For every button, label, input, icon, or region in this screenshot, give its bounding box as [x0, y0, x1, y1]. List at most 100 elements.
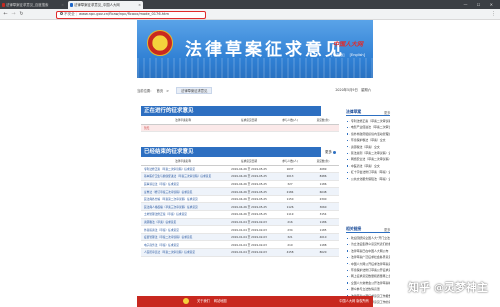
cell-date: 2019-04-26 至 2019-05-25: [225, 165, 273, 174]
cell-opinions: [307, 124, 339, 133]
emblem-star-icon: ★: [156, 35, 166, 45]
tab-label: 法律草案征求意见_中国人大网: [74, 3, 120, 7]
table-header-row: 法律草案名称 征求意见日期 参与人数(人) 意见数(条): [141, 158, 339, 166]
closed-table: 法律草案名称 征求意见日期 参与人数(人) 意见数(条) 专利法修正案（草案二次…: [141, 158, 339, 257]
cell-opinions: 4089: [307, 165, 339, 174]
cell-opinions: 1186: [307, 180, 339, 189]
table-row[interactable]: 资源税法（草案）征求意见 2019-01-04 至 2019-02-03 216 11…: [141, 218, 339, 227]
col-header-people: 参与人数(人): [273, 117, 307, 125]
cell-participants: 234: [273, 225, 307, 234]
col-header-date: 征求意见日期: [225, 158, 273, 166]
closed-more-link[interactable]: 更多: [325, 150, 336, 155]
cell-draft-name[interactable]: 民法典人格权编（草案三次审议稿）征求意见: [141, 202, 225, 212]
address-bar: ← → ↻ 不安全 | www.npc.gov.cn/flcaw/npc/flcax…: [0, 9, 500, 20]
browser-menu-icon[interactable]: ⋮: [491, 11, 496, 17]
ongoing-section-title: 正在进行的征求意见: [141, 106, 321, 116]
cell-date: 2019-04-26 至 2019-05-25: [225, 187, 273, 196]
breadcrumb-home-link[interactable]: 首页: [157, 89, 164, 93]
lang-link-chinese[interactable]: [中文版]: [331, 53, 344, 57]
zhihu-watermark: 知乎 @灵梦神主: [408, 279, 488, 295]
breadcrumb-location-label: 当前位置：: [137, 89, 154, 93]
insecure-label: 不安全: [64, 11, 75, 16]
col-header-opinions: 意见数(条): [307, 117, 339, 125]
watermark-platform: 知乎: [408, 281, 431, 294]
cell-draft-name[interactable]: 暂无: [141, 124, 225, 133]
table-row[interactable]: 证券法（修订草案三次审议稿）征求意见 2019-04-26 至 2019-05-2…: [141, 187, 339, 196]
tab-label: 法律草案征求意见_百度搜索: [6, 3, 49, 7]
sidebar-links-list: · 欢迎围绕好全国人大“开门立法” · 为立法征集群众意见代表们的发言 · 法律草案…: [346, 235, 390, 305]
cell-draft-name[interactable]: 基本医疗卫生与健康促进法（草案三次审议稿）征求意见: [141, 172, 225, 181]
reload-button[interactable]: ↻: [18, 11, 25, 18]
ongoing-table: 法律草案名称 征求意见日期 参与人数(人) 意见数(条) 暂无: [141, 117, 339, 133]
breadcrumb-separator: >: [166, 89, 169, 93]
list-item[interactable]: · 公共文化服务保障法（草案）全文: [346, 176, 390, 182]
col-header-name: 法律草案名称: [141, 158, 225, 166]
cell-draft-name[interactable]: 土地管理法修正案（草案）征求意见: [141, 210, 225, 219]
cell-participants: 1126: [273, 202, 307, 212]
cell-draft-name[interactable]: 专利法修正案（草案二次审议稿）征求意见: [141, 165, 225, 174]
more-arrow-icon[interactable]: [333, 150, 336, 154]
back-button[interactable]: ←: [2, 11, 9, 18]
cell-participants: [273, 124, 307, 133]
cell-opinions: 8486: [307, 172, 339, 181]
table-row[interactable]: 专利法修正案（草案二次审议稿）征求意见 2019-04-26 至 2019-05-…: [141, 165, 339, 174]
cell-draft-name[interactable]: 民法典各分编（草案第二次审议稿）征求意见: [141, 195, 225, 204]
cell-draft-name[interactable]: 电子商务法（草案）征求意见: [141, 240, 225, 250]
cell-participants: 327: [273, 180, 307, 189]
npc-logo[interactable]: 中国人大网: [333, 39, 363, 48]
sidebar-drafts-more-link[interactable]: 更多: [384, 110, 390, 115]
table-row[interactable]: 疫苗管理法（草案二次审议稿）征求意见 2019-01-04 至 2019-02-0…: [141, 233, 339, 242]
cell-draft-name[interactable]: 证券法（修订草案三次审议稿）征求意见: [141, 187, 225, 196]
tab-npc-page[interactable]: 法律草案征求意见_中国人大网 ×: [68, 1, 143, 9]
breadcrumb-current[interactable]: 法律草案征求意见: [176, 87, 213, 94]
cell-participants: 321: [273, 233, 307, 242]
close-tab-icon[interactable]: ×: [138, 1, 141, 9]
site-footer: 关于我们 网站地图 中国人大网 版权所有: [137, 296, 373, 307]
language-links: [中文版] [English]: [327, 53, 365, 58]
col-header-opinions: 意见数(条): [307, 158, 339, 166]
table-row[interactable]: 外商投资法（草案）征求意见 2019-01-04 至 2019-02-03 234 1…: [141, 225, 339, 234]
url-text[interactable]: www.npc.gov.cn/flcaw/npc/flcaxx/mode_017…: [79, 12, 169, 16]
window-controls[interactable]: — ☐ ✕: [464, 0, 497, 9]
info-icon[interactable]: [60, 12, 63, 15]
sidebar-drafts-list: · 专利法修正案（草案二次审议稿）全文· 电影产业促进法（草案二次审议稿）· 境…: [346, 118, 390, 182]
cell-date: 2019-01-04 至 2019-02-03: [225, 248, 273, 257]
footer-link-sitemap[interactable]: 网站地图: [214, 299, 227, 303]
table-row[interactable]: 电子商务法（草案）征求意见 2019-01-04 至 2019-02-03 219 1…: [141, 240, 339, 250]
site-banner: ★ 法律草案征求意见 中国人大网 [中文版] [English]: [137, 20, 373, 78]
forward-button[interactable]: →: [10, 11, 17, 18]
url-input[interactable]: 不安全 | www.npc.gov.cn/flcaw/npc/flcaxx/mode…: [56, 10, 206, 19]
npc-favicon-icon: [69, 3, 73, 7]
table-row[interactable]: 暂无: [141, 124, 339, 133]
table-row[interactable]: 民法典人格权编（草案三次审议稿）征求意见 2019-04-26 至 2019-05…: [141, 202, 339, 212]
tab-baidu-search[interactable]: 法律草案征求意见_百度搜索 ×: [0, 1, 66, 9]
cell-draft-name[interactable]: 外商投资法（草案）征求意见: [141, 225, 225, 234]
close-tab-icon[interactable]: ×: [61, 1, 64, 9]
table-row[interactable]: 基本医疗卫生与健康促进法（草案三次审议稿）征求意见 2019-04-26 至 20…: [141, 172, 339, 181]
cell-opinions: 1188: [307, 240, 339, 250]
cell-participants: 1150: [273, 195, 307, 204]
footer-link-about[interactable]: 关于我们: [197, 299, 210, 303]
more-label[interactable]: 更多: [325, 150, 332, 154]
cell-draft-name[interactable]: 人民陪审员法（草案二次审议稿）征求意见: [141, 248, 225, 257]
cell-date: 2019-04-26 至 2019-05-25: [225, 180, 273, 189]
cell-opinions: 1185: [307, 225, 339, 234]
col-header-people: 参与人数(人): [273, 158, 307, 166]
sidebar-links-more-link[interactable]: 更多: [384, 227, 390, 232]
table-row[interactable]: 人民陪审员法（草案二次审议稿）征求意见 2019-01-04 至 2019-02-…: [141, 248, 339, 257]
cell-draft-name[interactable]: 资源税法（草案）征求意见: [141, 218, 225, 227]
cell-participants: 216: [273, 218, 307, 227]
cell-draft-name[interactable]: 疫苗管理法（草案二次审议稿）征求意见: [141, 233, 225, 242]
footer-links: 关于我们 网站地图: [197, 298, 230, 303]
cell-participants: 219: [273, 240, 307, 250]
browser-tab-bar: 法律草案征求意见_百度搜索 × 法律草案征求意见_中国人大网 × — ☐ ✕: [0, 0, 500, 9]
table-row[interactable]: 民法典各分编（草案第二次审议稿）征求意见 2019-04-26 至 2019-05…: [141, 195, 339, 204]
col-header-name: 法律草案名称: [141, 117, 225, 125]
cell-draft-name[interactable]: 民事诉讼法（草案）征求意见: [141, 180, 225, 189]
lang-link-english[interactable]: [English]: [350, 53, 365, 57]
url-separator: |: [76, 11, 78, 16]
table-row[interactable]: 土地管理法修正案（草案）征求意见 2019-04-26 至 2019-05-25 1…: [141, 210, 339, 219]
cell-date: 2019-01-04 至 2019-02-03: [225, 218, 273, 227]
table-row[interactable]: 民事诉讼法（草案）征求意见 2019-04-26 至 2019-05-25 327 1…: [141, 180, 339, 189]
footer-copyright: 中国人大网 版权所有: [339, 299, 369, 303]
